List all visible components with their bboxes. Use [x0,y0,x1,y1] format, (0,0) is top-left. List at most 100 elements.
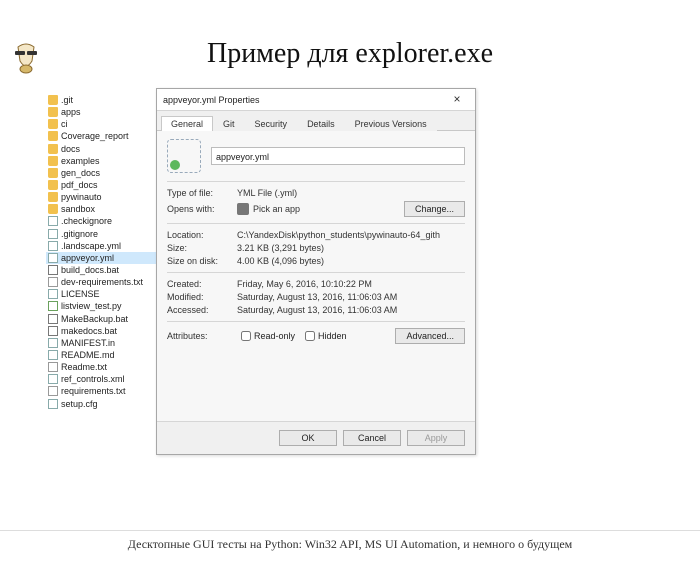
file-item-label: .landscape.yml [61,240,121,252]
file-item[interactable]: .checkignore [46,215,156,227]
attributes-label: Attributes: [167,331,231,341]
file-item[interactable]: .gitignore [46,228,156,240]
file-item[interactable]: listview_test.py [46,300,156,312]
file-item-label: .checkignore [61,215,112,227]
file-item-label: LICENSE [61,288,100,300]
file-item[interactable]: MakeBackup.bat [46,313,156,325]
folder-icon [48,131,58,141]
file-item[interactable]: ci [46,118,156,130]
type-of-file-value: YML File (.yml) [237,188,404,198]
txt-icon [48,362,58,372]
opens-with-text: Pick an app [253,204,300,214]
file-item[interactable]: build_docs.bat [46,264,156,276]
cancel-button[interactable]: Cancel [343,430,401,446]
file-type-icon [167,139,201,173]
accessed-label: Accessed: [167,305,237,315]
file-icon [48,338,58,348]
tab-security[interactable]: Security [245,116,298,131]
file-item-label: Readme.txt [61,361,107,373]
slide-title: Пример для explorer.exe [0,38,700,70]
file-item[interactable]: sandbox [46,203,156,215]
bat-icon [48,314,58,324]
tab-general[interactable]: General [161,116,213,131]
tab-details[interactable]: Details [297,116,345,131]
file-item-label: docs [61,143,80,155]
advanced-button[interactable]: Advanced... [395,328,465,344]
folder-icon [48,192,58,202]
modified-value: Saturday, August 13, 2016, 11:06:03 AM [237,292,465,302]
size-on-disk-label: Size on disk: [167,256,237,266]
dialog-titlebar[interactable]: appveyor.yml Properties × [157,89,475,111]
created-value: Friday, May 6, 2016, 10:10:22 PM [237,279,465,289]
file-item-label: ci [61,118,68,130]
tab-git[interactable]: Git [213,116,245,131]
file-icon [48,374,58,384]
bat-icon [48,326,58,336]
file-item-label: setup.cfg [61,398,98,410]
type-of-file-label: Type of file: [167,188,237,198]
file-item[interactable]: Readme.txt [46,361,156,373]
hidden-checkbox[interactable]: Hidden [305,331,347,341]
presentation-logo [10,43,42,75]
file-item-label: .gitignore [61,228,98,240]
file-item-label: makedocs.bat [61,325,117,337]
folder-icon [48,144,58,154]
bat-icon [48,265,58,275]
opens-with-value: Pick an app [237,203,404,215]
file-item[interactable]: .git [46,94,156,106]
file-item-label: listview_test.py [61,300,122,312]
file-item-label: apps [61,106,81,118]
readonly-checkbox[interactable]: Read-only [241,331,295,341]
file-item[interactable]: .landscape.yml [46,240,156,252]
folder-icon [48,204,58,214]
file-item-label: dev-requirements.txt [61,276,143,288]
file-item[interactable]: pdf_docs [46,179,156,191]
file-item-label: appveyor.yml [61,252,114,264]
tab-previous-versions[interactable]: Previous Versions [345,116,437,131]
file-item[interactable]: apps [46,106,156,118]
properties-dialog: appveyor.yml Properties × GeneralGitSecu… [156,88,476,455]
file-item[interactable]: gen_docs [46,167,156,179]
file-item[interactable]: dev-requirements.txt [46,276,156,288]
file-item[interactable]: appveyor.yml [46,252,156,264]
file-item[interactable]: pywinauto [46,191,156,203]
file-item-label: pdf_docs [61,179,98,191]
app-icon [237,203,249,215]
file-icon [48,229,58,239]
hidden-checkbox-input[interactable] [305,331,315,341]
size-on-disk-value: 4.00 KB (4,096 bytes) [237,256,465,266]
change-button[interactable]: Change... [404,201,465,217]
file-item[interactable]: Coverage_report [46,130,156,142]
file-item[interactable]: examples [46,155,156,167]
opens-with-label: Opens with: [167,204,237,214]
location-value: C:\YandexDisk\python_students\pywinauto-… [237,230,465,240]
dialog-title: appveyor.yml Properties [163,95,443,105]
file-item[interactable]: MANIFEST.in [46,337,156,349]
file-item-label: Coverage_report [61,130,129,142]
hidden-checkbox-label: Hidden [318,331,347,341]
dialog-tabs: GeneralGitSecurityDetailsPrevious Versio… [157,111,475,131]
file-item[interactable]: ref_controls.xml [46,373,156,385]
file-icon [48,241,58,251]
folder-icon [48,156,58,166]
file-item[interactable]: requirements.txt [46,385,156,397]
file-item[interactable]: docs [46,143,156,155]
close-icon[interactable]: × [443,91,471,109]
file-icon [48,350,58,360]
file-item-label: MANIFEST.in [61,337,115,349]
apply-button[interactable]: Apply [407,430,465,446]
file-item[interactable]: setup.cfg [46,398,156,410]
filename-field[interactable]: appveyor.yml [211,147,465,165]
file-item[interactable]: makedocs.bat [46,325,156,337]
folder-icon [48,107,58,117]
file-icon [48,216,58,226]
readonly-checkbox-input[interactable] [241,331,251,341]
file-item-label: README.md [61,349,115,361]
ok-button[interactable]: OK [279,430,337,446]
file-item[interactable]: README.md [46,349,156,361]
size-value: 3.21 KB (3,291 bytes) [237,243,465,253]
txt-icon [48,386,58,396]
file-item-label: ref_controls.xml [61,373,125,385]
file-item[interactable]: LICENSE [46,288,156,300]
folder-icon [48,180,58,190]
